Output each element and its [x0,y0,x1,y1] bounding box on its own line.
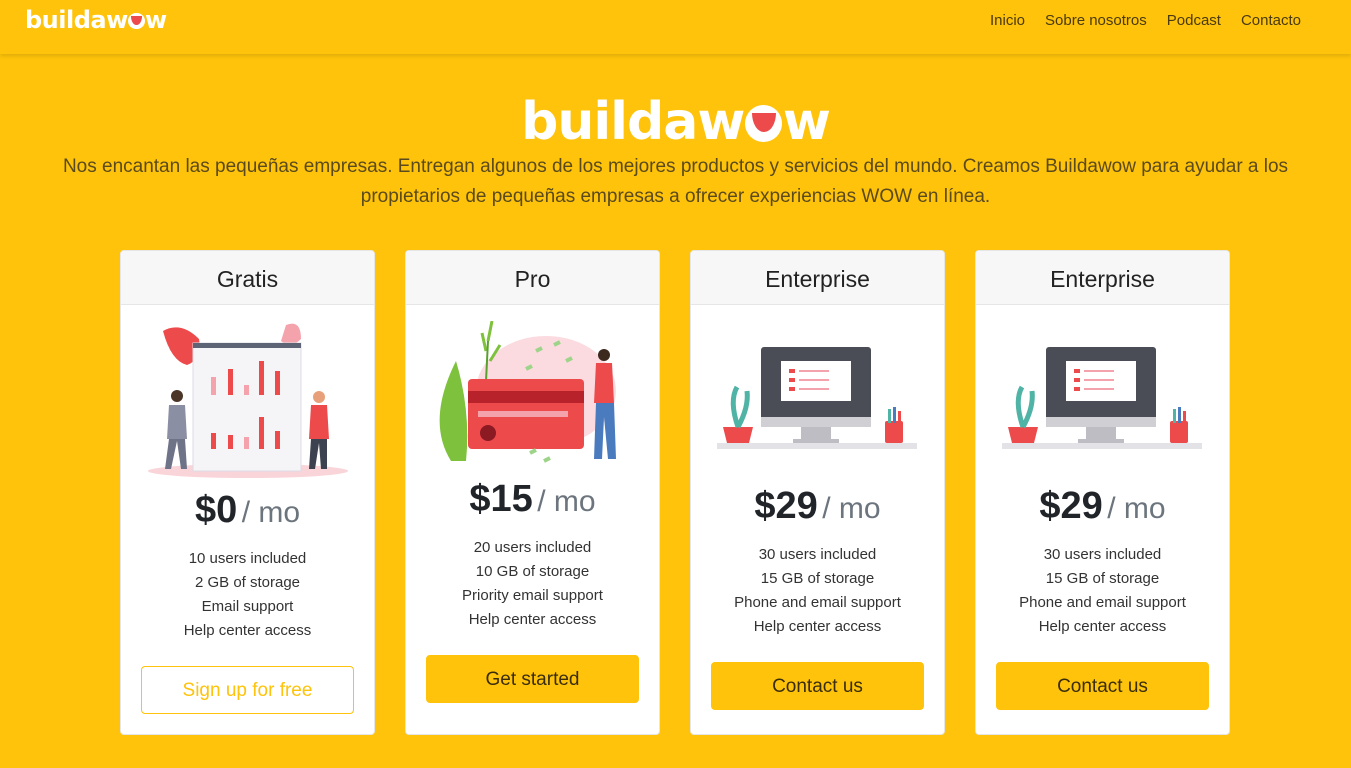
feature-item: Help center access [753,618,882,635]
navbar: buildaw w Inicio Sobre nosotros Podcast C… [0,0,1351,54]
nav-links: Inicio Sobre nosotros Podcast Contacto [970,12,1301,29]
feature-item: Phone and email support [1019,594,1186,611]
plan-price: $0 / mo [121,489,374,532]
feature-item: 15 GB of storage [1045,570,1160,587]
nav-link-sobre-nosotros[interactable]: Sobre nosotros [1045,12,1147,29]
feature-item: 10 GB of storage [475,563,590,580]
feature-item: 2 GB of storage [194,574,301,591]
smiley-icon [744,104,783,143]
feature-item: Email support [201,598,294,615]
price-period: / mo [241,496,301,529]
brand-logo[interactable]: buildaw w [25,6,167,34]
plan-price: $29 / mo [691,485,944,528]
feature-item: 30 users included [1043,546,1162,563]
price-period: / mo [537,485,596,518]
plan-price: $15 / mo [406,478,659,521]
feature-item: Help center access [1038,618,1167,635]
smiley-icon [128,12,145,30]
feature-item: 10 users included [188,550,307,567]
plan-name: Enterprise [691,251,944,305]
feature-list: 20 users included 10 GB of storage Prior… [406,536,659,632]
feature-item: Help center access [468,611,597,628]
feature-item: Help center access [183,622,312,639]
nav-link-inicio[interactable]: Inicio [990,12,1025,29]
hero-tagline: Nos encantan las pequeñas empresas. Entr… [62,156,1289,207]
feature-item: Phone and email support [734,594,901,611]
sign-up-free-button[interactable]: Sign up for free [141,666,354,714]
pricing-card-pro: Pro $15 / mo 20 users included 10 GB of … [405,250,660,735]
feature-item: 30 users included [758,546,877,563]
feature-item: Priority email support [462,587,603,604]
price-amount: $29 [1039,485,1103,527]
plan-name: Pro [406,251,659,305]
price-amount: $29 [754,485,818,527]
get-started-button[interactable]: Get started [426,655,639,703]
contact-us-button[interactable]: Contact us [996,662,1209,710]
feature-list: 10 users included 2 GB of storage Email … [121,547,374,643]
pricing-card-enterprise: Enterprise $29 / mo 30 users included 15… [690,250,945,735]
contact-us-button[interactable]: Contact us [711,662,924,710]
price-period: / mo [822,492,881,525]
desktop-monitor-illustration [717,347,917,449]
feature-item: 20 users included [473,539,592,556]
plan-price: $29 / mo [976,485,1229,528]
team-chart-illustration [148,323,348,478]
credit-card-illustration [439,321,616,463]
feature-list: 30 users included 15 GB of storage Phone… [691,543,944,639]
nav-link-podcast[interactable]: Podcast [1167,12,1221,29]
pricing-card-enterprise-2: Enterprise $29 / mo 30 users included 15… [975,250,1230,735]
plan-name: Gratis [121,251,374,305]
hero-logo: buildaw w [521,92,831,152]
price-amount: $0 [194,489,238,531]
price-period: / mo [1107,492,1166,525]
desktop-monitor-illustration [1002,347,1202,449]
feature-list: 30 users included 15 GB of storage Phone… [976,543,1229,639]
pricing-card-gratis: Gratis $0 / mo 10 users included 2 GB of… [120,250,375,735]
nav-link-contacto[interactable]: Contacto [1241,12,1301,29]
plan-name: Enterprise [976,251,1229,305]
feature-item: 15 GB of storage [760,570,875,587]
price-amount: $15 [469,478,533,520]
